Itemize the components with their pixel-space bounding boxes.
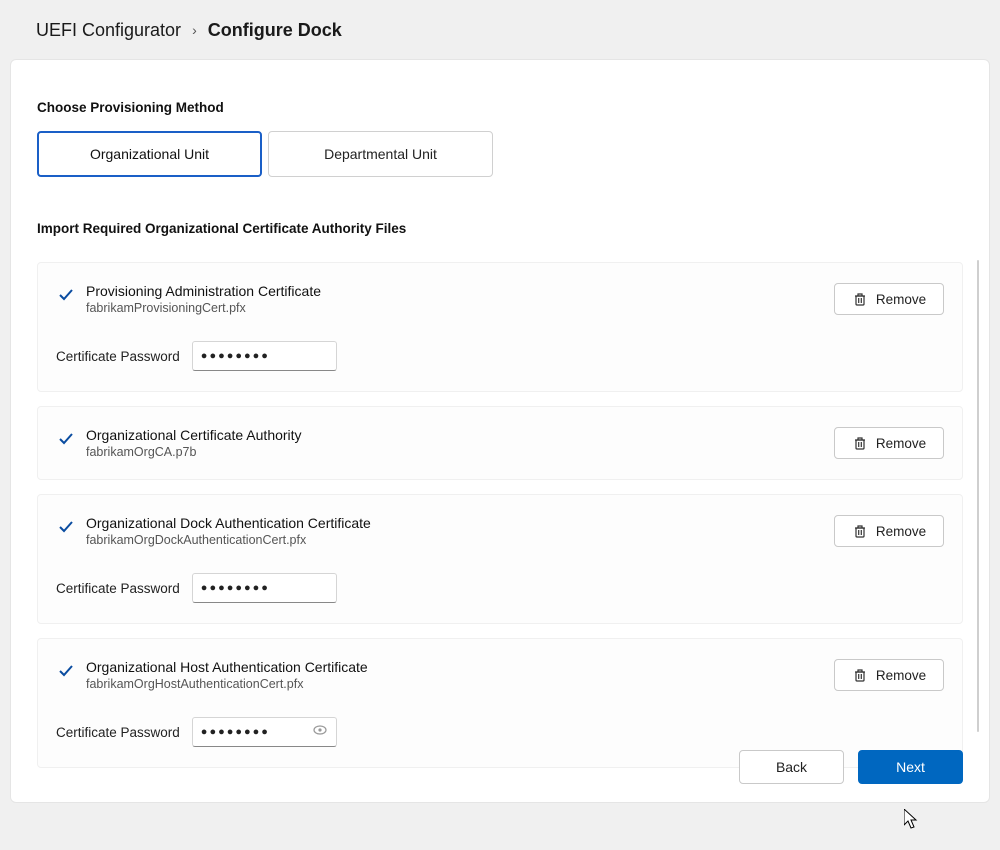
cert-filename: fabrikamOrgCA.p7b — [86, 445, 834, 459]
chevron-right-icon: › — [192, 22, 197, 38]
footer-buttons: Back Next — [739, 750, 963, 784]
cert-password-input[interactable]: ●●●●●●●● — [192, 573, 337, 603]
cert-password-input[interactable]: ●●●●●●●● — [192, 341, 337, 371]
cert-title: Provisioning Administration Certificate — [86, 283, 834, 299]
next-button[interactable]: Next — [858, 750, 963, 784]
check-icon — [56, 661, 76, 681]
eye-icon[interactable] — [312, 722, 328, 743]
remove-label: Remove — [876, 668, 926, 683]
remove-label: Remove — [876, 292, 926, 307]
cert-title: Organizational Host Authentication Certi… — [86, 659, 834, 675]
cert-password-row: Certificate Password ●●●●●●●● — [56, 573, 944, 603]
breadcrumb: UEFI Configurator › Configure Dock — [0, 0, 1000, 59]
cert-password-label: Certificate Password — [56, 725, 180, 740]
check-icon — [56, 429, 76, 449]
trash-icon — [852, 523, 868, 539]
trash-icon — [852, 667, 868, 683]
cert-card-org-ca: Organizational Certificate Authority fab… — [37, 406, 963, 480]
main-panel: Choose Provisioning Method Organizationa… — [10, 59, 990, 803]
cert-card-provisioning: Provisioning Administration Certificate … — [37, 262, 963, 392]
cert-filename: fabrikamOrgDockAuthenticationCert.pfx — [86, 533, 834, 547]
remove-label: Remove — [876, 524, 926, 539]
password-mask: ●●●●●●●● — [201, 582, 270, 594]
cert-card-host-auth: Organizational Host Authentication Certi… — [37, 638, 963, 768]
check-icon — [56, 517, 76, 537]
tab-organizational-unit[interactable]: Organizational Unit — [37, 131, 262, 177]
scrollbar[interactable] — [977, 260, 979, 732]
import-section-label: Import Required Organizational Certifica… — [37, 221, 963, 236]
cert-filename: fabrikamProvisioningCert.pfx — [86, 301, 834, 315]
remove-label: Remove — [876, 436, 926, 451]
tab-departmental-unit[interactable]: Departmental Unit — [268, 131, 493, 177]
cert-password-label: Certificate Password — [56, 349, 180, 364]
cert-password-row: Certificate Password ●●●●●●●● — [56, 717, 944, 747]
trash-icon — [852, 435, 868, 451]
trash-icon — [852, 291, 868, 307]
remove-button[interactable]: Remove — [834, 427, 944, 459]
cert-card-dock-auth: Organizational Dock Authentication Certi… — [37, 494, 963, 624]
password-mask: ●●●●●●●● — [201, 726, 270, 738]
password-mask: ●●●●●●●● — [201, 350, 270, 362]
provisioning-toggle-group: Organizational Unit Departmental Unit — [37, 131, 963, 177]
breadcrumb-current: Configure Dock — [208, 20, 342, 40]
remove-button[interactable]: Remove — [834, 283, 944, 315]
cert-password-label: Certificate Password — [56, 581, 180, 596]
provisioning-method-label: Choose Provisioning Method — [37, 100, 963, 115]
cursor-icon — [904, 809, 920, 831]
cert-filename: fabrikamOrgHostAuthenticationCert.pfx — [86, 677, 834, 691]
remove-button[interactable]: Remove — [834, 659, 944, 691]
cert-title: Organizational Certificate Authority — [86, 427, 834, 443]
check-icon — [56, 285, 76, 305]
breadcrumb-parent[interactable]: UEFI Configurator — [36, 20, 181, 40]
back-button[interactable]: Back — [739, 750, 844, 784]
remove-button[interactable]: Remove — [834, 515, 944, 547]
cert-title: Organizational Dock Authentication Certi… — [86, 515, 834, 531]
cert-password-input[interactable]: ●●●●●●●● — [192, 717, 337, 747]
cert-password-row: Certificate Password ●●●●●●●● — [56, 341, 944, 371]
